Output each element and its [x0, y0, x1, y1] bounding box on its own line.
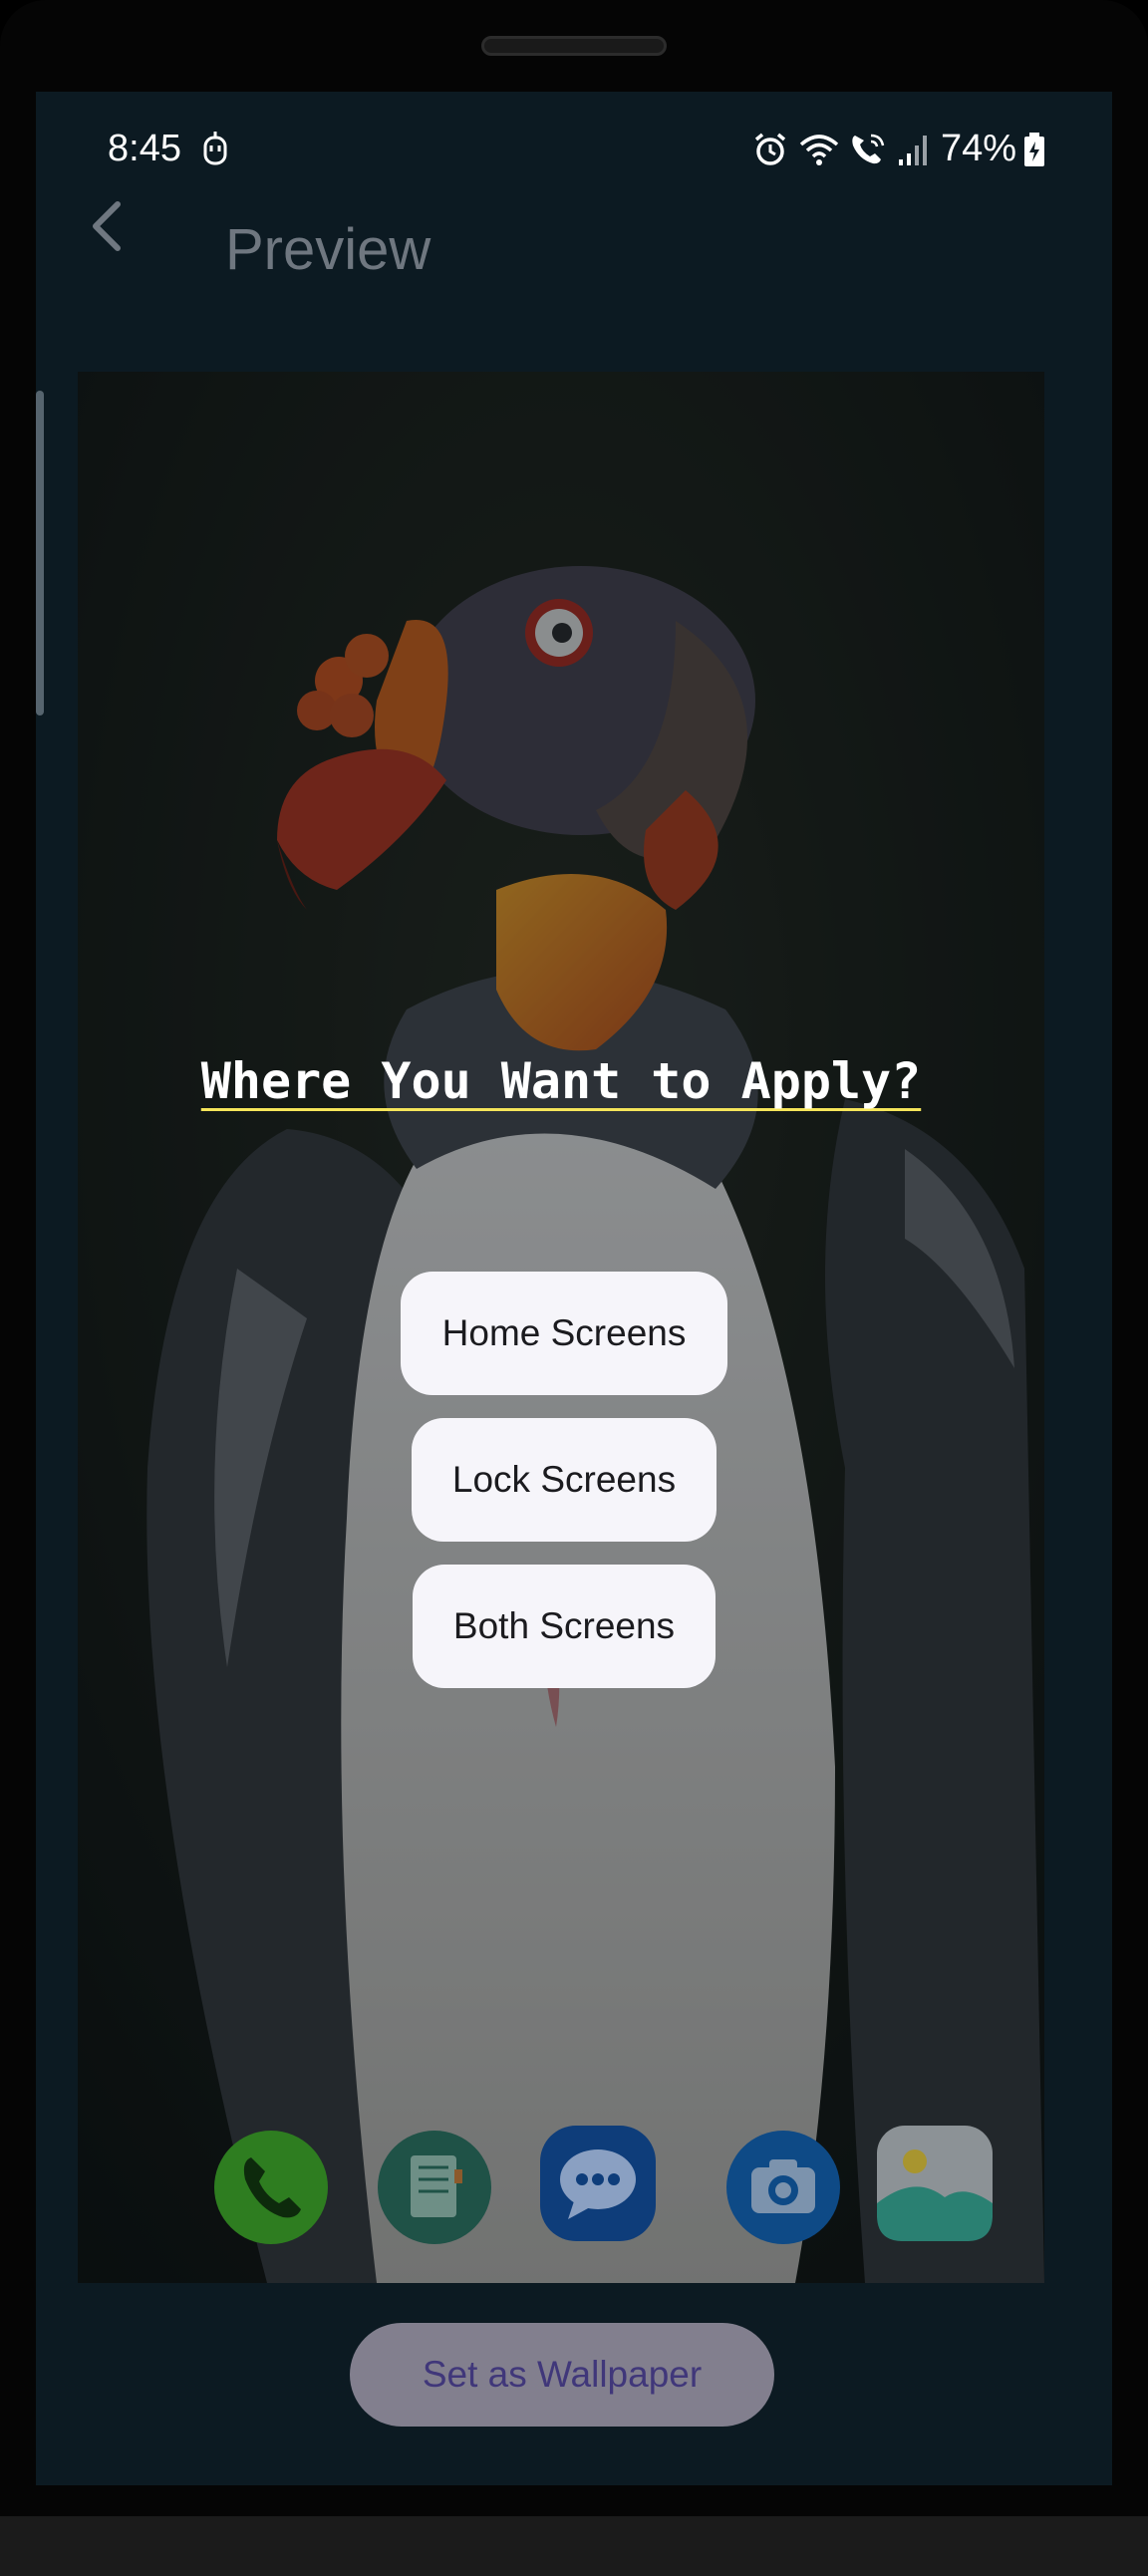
- chevron-left-icon: [93, 201, 121, 251]
- gallery-icon: [877, 2126, 993, 2241]
- scrollbar[interactable]: [36, 391, 44, 716]
- page-title: Preview: [225, 217, 431, 282]
- lock-screens-button[interactable]: Lock Screens: [412, 1418, 717, 1542]
- phone-icon: [214, 2131, 328, 2244]
- contacts-icon: [378, 2131, 491, 2244]
- bottom-bezel: [0, 2516, 1148, 2576]
- back-button[interactable]: [68, 186, 147, 266]
- status-time: 8:45: [108, 128, 181, 169]
- apply-dialog-heading: Where You Want to Apply?: [200, 1052, 922, 1110]
- camera-icon: [726, 2131, 840, 2244]
- both-screens-button[interactable]: Both Screens: [413, 1565, 716, 1688]
- set-as-wallpaper-button[interactable]: Set as Wallpaper: [350, 2323, 774, 2427]
- alarm-icon: [754, 133, 786, 165]
- battery-charging-icon: [1024, 133, 1044, 166]
- phone-frame: 8:45 74% Preview Where You Want to Apply…: [0, 0, 1148, 2576]
- screen: 8:45 74% Preview Where You Want to Apply…: [36, 92, 1112, 2485]
- speaker-grille: [481, 36, 667, 56]
- battery-percent: 74%: [941, 128, 1017, 169]
- signal-icon: [899, 136, 927, 165]
- wallpaper-preview: Where You Want to Apply? Home Screens Lo…: [78, 372, 1044, 2283]
- messages-icon: [540, 2126, 656, 2241]
- home-screens-button[interactable]: Home Screens: [401, 1272, 727, 1395]
- assistant-icon: [203, 132, 227, 165]
- wifi-calling-icon: [852, 134, 885, 164]
- wifi-icon: [799, 135, 839, 165]
- status-bar: 8:45 74%: [36, 92, 1112, 211]
